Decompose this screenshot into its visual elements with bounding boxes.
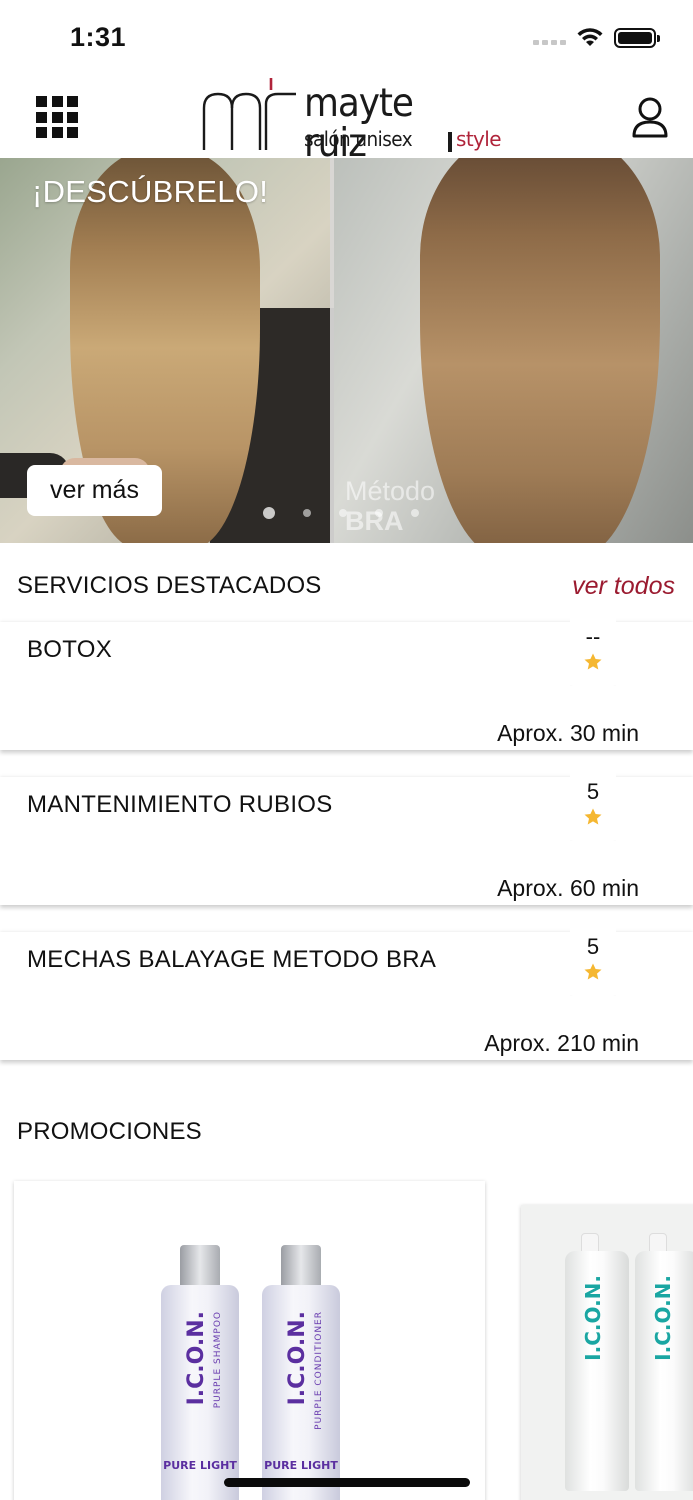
battery-icon [614,28,660,48]
wifi-icon [577,28,603,46]
service-name: MECHAS BALAYAGE METODO BRA [27,946,437,973]
rating-value: 5 [586,934,600,959]
product-brand: I.C.O.N. [651,1275,675,1361]
hero-carousel[interactable]: ¡DESCÚBRELO! Método BRA ver más [0,158,693,543]
hero-divider [330,158,334,543]
carousel-dot[interactable] [303,509,311,517]
carousel-dot[interactable] [263,507,275,519]
service-card[interactable]: MANTENIMIENTO RUBIOS 5 Aprox. 60 min [0,773,693,905]
rating-badge: 5 [570,773,616,841]
rating-badge: -- [570,618,616,686]
ver-mas-button[interactable]: ver más [27,465,162,516]
home-indicator[interactable] [224,1478,470,1487]
promotion-card[interactable]: I.C.O.N. I.C.O.N. [521,1205,693,1500]
status-bar: 1:31 [0,0,693,76]
product-name: PURE LIGHT [163,1459,237,1472]
product-brand: I.C.O.N. [285,1311,310,1406]
logo-monogram-icon [202,78,296,150]
status-time: 1:31 [70,22,127,52]
carousel-dot[interactable] [411,509,419,517]
product-line: PURPLE CONDITIONER [314,1311,324,1430]
rating-value: -- [585,624,601,649]
logo-name: mayte ruiz [304,81,414,166]
service-duration: Aprox. 60 min [497,875,639,901]
brand-logo[interactable]: mayte ruiz salón unisex style [200,78,502,164]
service-name: BOTOX [27,636,113,663]
featured-services-title: SERVICIOS DESTACADOS [17,572,322,599]
user-profile-icon[interactable] [630,96,670,138]
carousel-pagination [263,507,419,519]
product-brand: I.C.O.N. [184,1311,209,1406]
logo-subtitle: salón unisex [304,127,413,151]
promotions-title: PROMOCIONES [17,1118,202,1145]
grid-menu-icon[interactable] [36,96,78,138]
service-card[interactable]: MECHAS BALAYAGE METODO BRA 5 Aprox. 210 … [0,928,693,1060]
app-header: mayte ruiz salón unisex style [0,76,693,164]
hero-watermark-line1: Método [345,476,436,506]
rating-badge: 5 [570,928,616,996]
service-name: MANTENIMIENTO RUBIOS [27,791,333,818]
service-duration: Aprox. 30 min [497,720,639,746]
rating-value: 5 [586,779,600,804]
carousel-dot[interactable] [375,509,383,517]
star-icon [584,653,602,670]
cellular-signal-icon [533,40,566,45]
service-duration: Aprox. 210 min [484,1030,639,1056]
service-card[interactable]: BOTOX -- Aprox. 30 min [0,618,693,750]
star-icon [584,963,602,980]
product-name: PURE LIGHT [264,1459,338,1472]
product-brand: I.C.O.N. [581,1275,605,1361]
carousel-dot[interactable] [339,509,347,517]
hero-hair-right [420,158,660,543]
logo-style-word: style [456,127,502,151]
see-all-link[interactable]: ver todos [572,572,675,601]
hero-watermark: Método BRA [345,476,435,536]
hero-headline: ¡DESCÚBRELO! [32,174,269,209]
logo-divider [448,132,452,152]
product-line: PURPLE SHAMPOO [213,1311,223,1409]
star-icon [584,808,602,825]
promotion-card[interactable]: I.C.O.N. PURPLE SHAMPOO PURE LIGHT I.C.O… [14,1181,485,1500]
